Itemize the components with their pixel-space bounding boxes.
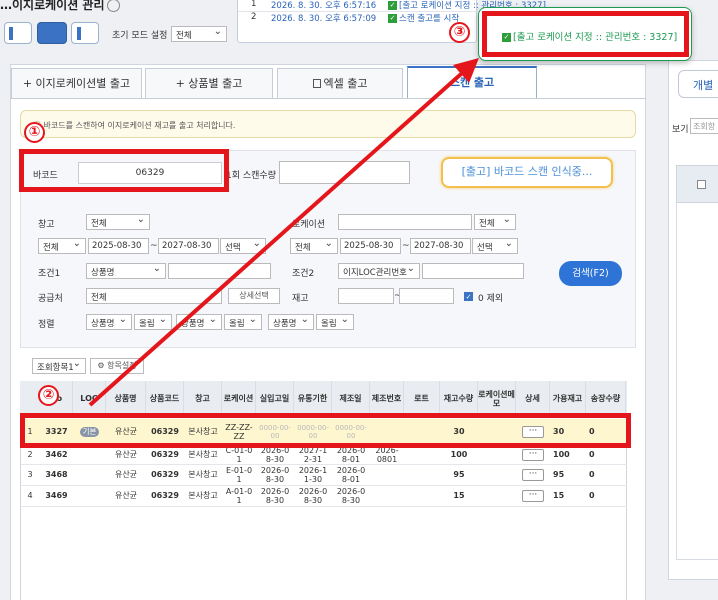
annotation-3: ③ bbox=[449, 22, 470, 43]
annotation-arrow bbox=[88, 58, 479, 407]
check-icon: ✓ bbox=[502, 33, 511, 42]
toast-message: ✓ [출고 로케이션 지정 :: 관리번호 : 3327] bbox=[502, 32, 678, 43]
